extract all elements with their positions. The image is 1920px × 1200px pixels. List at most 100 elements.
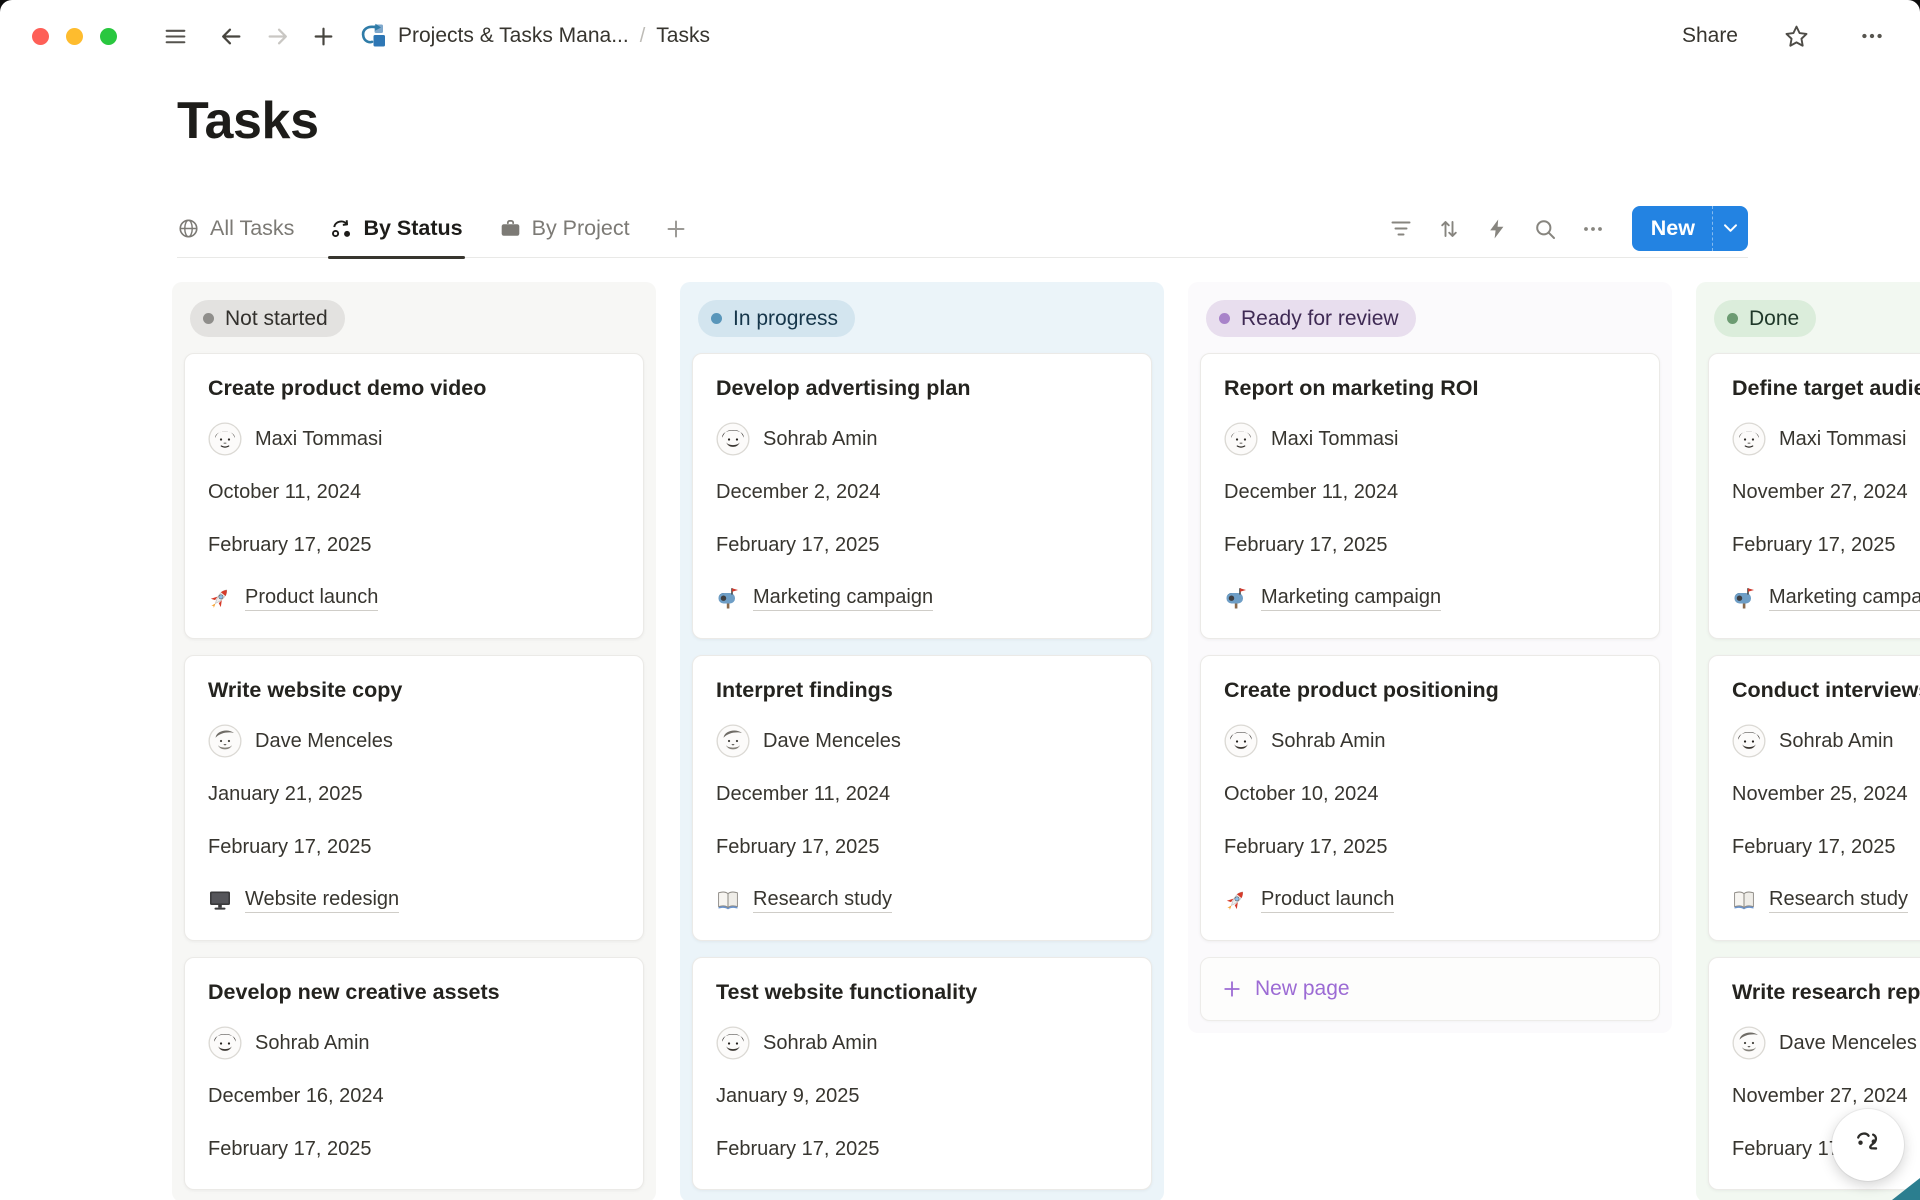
breadcrumb-workspace[interactable]: Projects & Tasks Mana...: [398, 24, 629, 48]
avatar: [716, 422, 750, 456]
task-card[interactable]: Create product demo video Maxi Tommasi O…: [184, 353, 644, 639]
mailbox-icon: [716, 586, 741, 610]
tab-by-status[interactable]: By Status: [330, 200, 462, 257]
project-link[interactable]: Marketing campaign: [1224, 581, 1636, 615]
sort-icon[interactable]: [1428, 208, 1470, 250]
breadcrumb[interactable]: Projects & Tasks Mana... / Tasks: [359, 22, 710, 50]
due-date: February 17, 2025: [1732, 528, 1920, 562]
task-card[interactable]: Test website functionality Sohrab Amin J…: [692, 957, 1152, 1190]
avatar: [208, 1026, 242, 1060]
assignee-name: Dave Menceles: [255, 730, 393, 753]
assignee-name: Maxi Tommasi: [255, 428, 382, 451]
project-link[interactable]: Marketing campaign: [1732, 581, 1920, 615]
forward-arrow-icon[interactable]: [259, 18, 295, 54]
task-card[interactable]: Conduct interviews Sohrab Amin November …: [1708, 655, 1920, 941]
task-title: Interpret findings: [716, 677, 1128, 705]
task-card[interactable]: Develop advertising plan Sohrab Amin Dec…: [692, 353, 1152, 639]
column-cards: Define target audience Maxi Tommasi Nove…: [1708, 353, 1920, 1190]
new-page-button[interactable]: New page: [1200, 957, 1660, 1021]
assignee-row: Sohrab Amin: [208, 1026, 620, 1060]
new-button-label[interactable]: New: [1632, 206, 1712, 251]
kanban-column-ready-for-review: Ready for review Report on marketing ROI…: [1188, 282, 1672, 1033]
new-button[interactable]: New: [1632, 206, 1748, 251]
briefcase-icon: [499, 217, 522, 240]
rocket-icon: [1224, 888, 1249, 912]
project-link[interactable]: Marketing campaign: [716, 581, 1128, 615]
project-label[interactable]: Website redesign: [245, 888, 399, 913]
status-label: In progress: [733, 307, 838, 331]
start-date: December 11, 2024: [716, 777, 1128, 811]
back-arrow-icon[interactable]: [213, 18, 249, 54]
plus-icon: [1222, 979, 1242, 999]
more-icon[interactable]: [1572, 208, 1614, 250]
start-date: December 11, 2024: [1224, 475, 1636, 509]
kanban-column-in-progress: In progress Develop advertising plan Soh…: [680, 282, 1164, 1200]
filter-icon[interactable]: [1380, 208, 1422, 250]
task-card[interactable]: Report on marketing ROI Maxi Tommasi Dec…: [1200, 353, 1660, 639]
menu-icon[interactable]: [157, 18, 193, 54]
avatar: [208, 724, 242, 758]
task-title: Create product positioning: [1224, 677, 1636, 705]
project-label[interactable]: Marketing campaign: [1769, 586, 1920, 611]
due-date: February 17, 2025: [208, 830, 620, 864]
tab-all-tasks[interactable]: All Tasks: [177, 200, 294, 257]
project-link[interactable]: Product launch: [1224, 883, 1636, 917]
start-date: October 11, 2024: [208, 475, 620, 509]
project-label[interactable]: Marketing campaign: [753, 586, 933, 611]
status-dot-icon: [1219, 313, 1230, 324]
task-card[interactable]: Write website copy Dave Menceles January…: [184, 655, 644, 941]
project-link[interactable]: Research study: [1732, 883, 1920, 917]
avatar: [208, 422, 242, 456]
tab-label: By Status: [363, 216, 462, 241]
due-date: February 17, 2025: [208, 528, 620, 562]
new-tab-plus-icon[interactable]: [305, 18, 341, 54]
task-card[interactable]: Develop new creative assets Sohrab Amin …: [184, 957, 644, 1190]
project-link[interactable]: Research study: [716, 883, 1128, 917]
assignee-row: Maxi Tommasi: [1732, 422, 1920, 456]
tab-label: By Project: [532, 216, 630, 241]
project-label[interactable]: Marketing campaign: [1261, 586, 1441, 611]
assignee-row: Sohrab Amin: [716, 1026, 1128, 1060]
ai-face-button[interactable]: [1832, 1109, 1904, 1181]
tab-label: All Tasks: [210, 216, 294, 241]
due-date: February 17, 2025: [1224, 528, 1636, 562]
start-date: November 25, 2024: [1732, 777, 1920, 811]
automation-bolt-icon[interactable]: [1476, 208, 1518, 250]
add-view-plus-icon[interactable]: [658, 211, 694, 247]
share-button[interactable]: Share: [1682, 24, 1738, 48]
assignee-name: Dave Menceles: [763, 730, 901, 753]
assignee-name: Sohrab Amin: [763, 1032, 878, 1055]
kanban-column-not-started: Not started Create product demo video Ma…: [172, 282, 656, 1200]
project-label[interactable]: Product launch: [245, 586, 378, 611]
search-icon[interactable]: [1524, 208, 1566, 250]
status-badge[interactable]: Not started: [190, 300, 345, 337]
task-card[interactable]: Define target audience Maxi Tommasi Nove…: [1708, 353, 1920, 639]
close-window-button[interactable]: [32, 28, 49, 45]
project-label[interactable]: Research study: [753, 888, 892, 913]
project-label[interactable]: Product launch: [1261, 888, 1394, 913]
star-icon[interactable]: [1778, 18, 1814, 54]
page-title[interactable]: Tasks: [177, 90, 1920, 152]
chevron-down-icon[interactable]: [1712, 206, 1748, 251]
due-date: February 17, 2025: [716, 1132, 1128, 1166]
project-link[interactable]: Product launch: [208, 581, 620, 615]
status-badge[interactable]: Ready for review: [1206, 300, 1416, 337]
task-card[interactable]: Create product positioning Sohrab Amin O…: [1200, 655, 1660, 941]
assignee-row: Maxi Tommasi: [1224, 422, 1636, 456]
assignee-name: Dave Menceles: [1779, 1032, 1917, 1055]
status-badge[interactable]: Done: [1714, 300, 1816, 337]
breadcrumb-current[interactable]: Tasks: [656, 24, 710, 48]
avatar: [716, 1026, 750, 1060]
zoom-window-button[interactable]: [100, 28, 117, 45]
due-date: February 17, 2025: [716, 830, 1128, 864]
task-title: Define target audience: [1732, 375, 1920, 403]
project-link[interactable]: Website redesign: [208, 883, 620, 917]
column-cards: Develop advertising plan Sohrab Amin Dec…: [692, 353, 1152, 1190]
task-card[interactable]: Interpret findings Dave Menceles Decembe…: [692, 655, 1152, 941]
minimize-window-button[interactable]: [66, 28, 83, 45]
project-label[interactable]: Research study: [1769, 888, 1908, 913]
more-icon[interactable]: [1854, 18, 1890, 54]
status-badge[interactable]: In progress: [698, 300, 855, 337]
status-dot-icon: [711, 313, 722, 324]
tab-by-project[interactable]: By Project: [499, 200, 630, 257]
